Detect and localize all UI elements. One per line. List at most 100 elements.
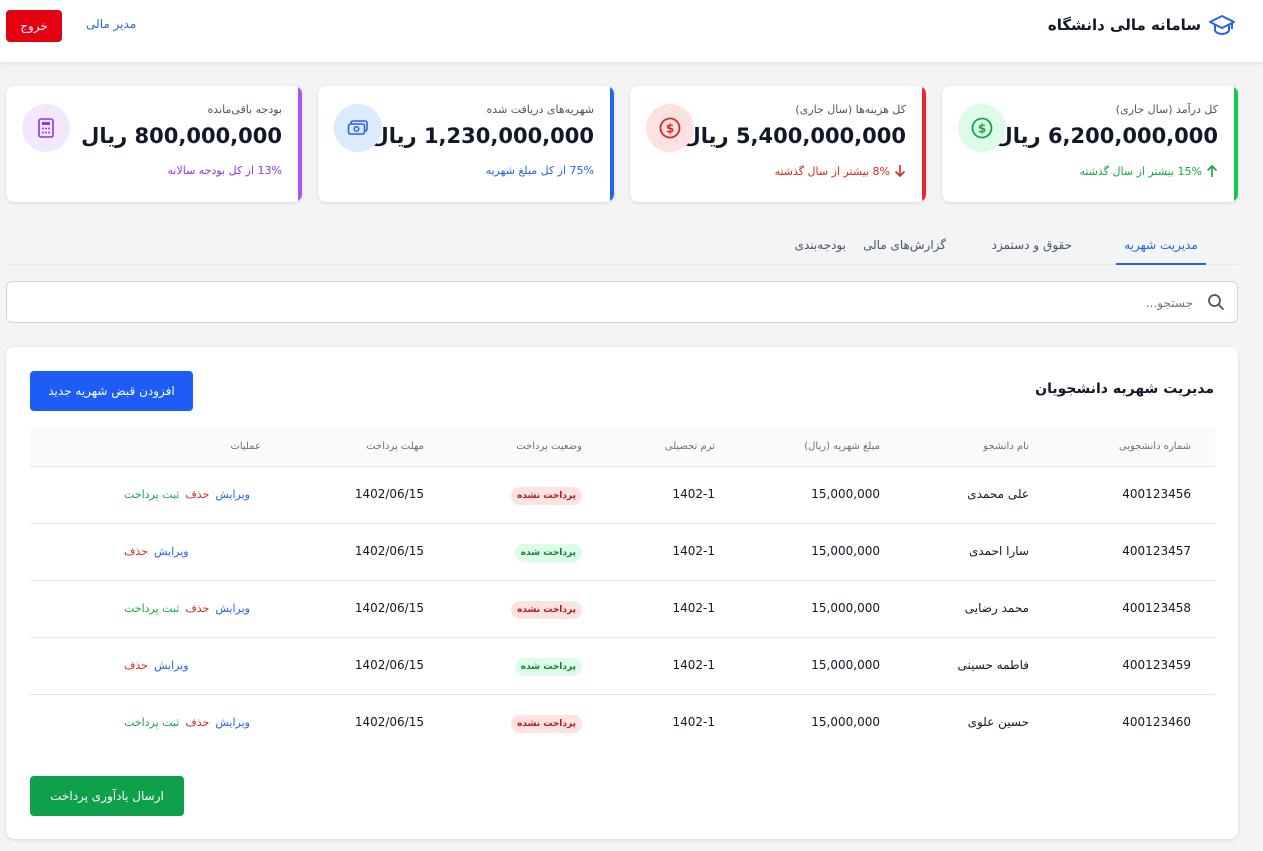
- student-name: فاطمه حسینی: [957, 658, 1030, 672]
- stat-icon-wrap: $: [646, 104, 694, 152]
- tab-bar: مدیریت شهریه حقوق و دستمزد گزارش‌های مال…: [6, 226, 1238, 265]
- search-box: [6, 281, 1238, 323]
- logout-button[interactable]: خروج: [6, 10, 62, 42]
- svg-text:$: $: [666, 122, 674, 136]
- tab-budgeting[interactable]: بودجه‌بندی: [795, 226, 846, 265]
- stat-sub: 75% از کل مبلغ شهریه: [486, 164, 594, 177]
- stat-card-expenses: کل هزینه‌ها (سال جاری) 5,400,000,000 ریا…: [630, 86, 926, 202]
- app-title: سامانه مالی دانشگاه: [1047, 16, 1201, 34]
- student-name: محمد رضایی: [964, 601, 1029, 615]
- row-actions: ویرایش حذف: [124, 545, 189, 558]
- tuition-panel: مدیریت شهریه دانشجویان افزودن قبض شهریه …: [6, 347, 1238, 839]
- term: 1402-1: [672, 658, 715, 672]
- student-id: 400123458: [1122, 601, 1191, 615]
- tuition-amount: 15,000,000: [811, 601, 880, 615]
- stat-label: کل درآمد (سال جاری): [1115, 103, 1218, 116]
- table-header: شماره دانشجویی نام دانشجو مبلغ شهریه (ری…: [30, 427, 1215, 467]
- status-badge: پرداخت شده: [514, 658, 582, 676]
- stat-sub-text: 15% بیشتر از سال گذشته: [1079, 164, 1202, 178]
- table-row: 400123459 فاطمه حسینی 15,000,000 1402-1 …: [30, 638, 1215, 695]
- table-row: 400123460 حسین علوی 15,000,000 1402-1 پر…: [30, 695, 1215, 752]
- stat-sub: 15% بیشتر از سال گذشته: [1080, 164, 1218, 178]
- svg-text:$: $: [978, 122, 986, 136]
- record-payment-link[interactable]: ثبت پرداخت: [124, 602, 179, 615]
- stat-sub-text: 13% از کل بودجه سالانه: [167, 164, 282, 177]
- stat-value: 800,000,000 ریال: [81, 124, 282, 148]
- table-row: 400123456 علی محمدی 15,000,000 1402-1 پر…: [30, 467, 1215, 524]
- search-input[interactable]: [43, 292, 1193, 314]
- tuition-table: شماره دانشجویی نام دانشجو مبلغ شهریه (ری…: [30, 427, 1215, 752]
- status-badge: پرداخت شده: [514, 544, 582, 562]
- edit-link[interactable]: ویرایش: [215, 488, 250, 501]
- stat-icon-wrap: [22, 104, 70, 152]
- deadline: 1402/06/15: [354, 544, 424, 558]
- column-header: ترم تحصیلی: [664, 441, 715, 452]
- record-payment-link[interactable]: ثبت پرداخت: [124, 488, 179, 501]
- student-id: 400123459: [1122, 658, 1191, 672]
- student-name: علی محمدی: [967, 487, 1029, 501]
- term: 1402-1: [672, 487, 715, 501]
- tab-financial-reports[interactable]: گزارش‌های مالی: [863, 226, 946, 265]
- column-header: مبلغ شهریه (ریال): [804, 441, 880, 452]
- tuition-amount: 15,000,000: [811, 544, 880, 558]
- term: 1402-1: [672, 601, 715, 615]
- deadline: 1402/06/15: [354, 487, 424, 501]
- edit-link[interactable]: ویرایش: [215, 602, 250, 615]
- stat-icon-wrap: [334, 104, 382, 152]
- deadline: 1402/06/15: [354, 715, 424, 729]
- column-header: مهلت پرداخت: [366, 441, 424, 452]
- column-header: نام دانشجو: [983, 441, 1029, 452]
- deadline: 1402/06/15: [354, 658, 424, 672]
- edit-link[interactable]: ویرایش: [154, 659, 189, 672]
- user-role-link[interactable]: مدیر مالی: [86, 17, 136, 31]
- edit-link[interactable]: ویرایش: [154, 545, 189, 558]
- dollar-icon: $: [971, 117, 993, 139]
- student-id: 400123457: [1122, 544, 1191, 558]
- add-tuition-bill-button[interactable]: افزودن قبض شهریه جدید: [30, 371, 193, 411]
- card-accent: [922, 86, 926, 202]
- tuition-amount: 15,000,000: [811, 487, 880, 501]
- tab-payroll[interactable]: حقوق و دستمزد: [992, 226, 1072, 265]
- stat-icon-wrap: $: [958, 104, 1006, 152]
- stat-sub: 13% از کل بودجه سالانه: [167, 164, 282, 177]
- dollar-icon: $: [659, 117, 681, 139]
- column-header: عملیات: [230, 441, 261, 452]
- stat-card-remaining-budget: بودجه باقی‌مانده 800,000,000 ریال 13% از…: [6, 86, 302, 202]
- record-payment-link[interactable]: ثبت پرداخت: [124, 716, 179, 729]
- delete-link[interactable]: حذف: [185, 716, 209, 729]
- delete-link[interactable]: حذف: [124, 545, 148, 558]
- status-badge: پرداخت نشده: [511, 487, 582, 505]
- row-actions: ویرایش حذف ثبت پرداخت: [124, 716, 250, 729]
- status-badge: پرداخت نشده: [511, 715, 582, 733]
- stat-sub-text: 75% از کل مبلغ شهریه: [485, 164, 594, 177]
- tab-tuition[interactable]: مدیریت شهریه: [1116, 226, 1206, 265]
- delete-link[interactable]: حذف: [185, 602, 209, 615]
- term: 1402-1: [672, 544, 715, 558]
- student-name: حسین علوی: [967, 715, 1029, 729]
- row-actions: ویرایش حذف: [124, 659, 189, 672]
- stat-label: شهریه‌های دریافت شده: [486, 103, 594, 116]
- stat-label: بودجه باقی‌مانده: [207, 103, 282, 116]
- send-payment-reminder-button[interactable]: ارسال یادآوری پرداخت: [30, 776, 184, 816]
- column-header: وضعیت پرداخت: [516, 441, 582, 452]
- row-actions: ویرایش حذف ثبت پرداخت: [124, 488, 250, 501]
- student-name: سارا احمدی: [968, 544, 1029, 558]
- delete-link[interactable]: حذف: [185, 488, 209, 501]
- app-header: سامانه مالی دانشگاه مدیر مالی خروج: [0, 0, 1263, 62]
- delete-link[interactable]: حذف: [124, 659, 148, 672]
- tuition-amount: 15,000,000: [811, 715, 880, 729]
- term: 1402-1: [672, 715, 715, 729]
- card-accent: [610, 86, 614, 202]
- deadline: 1402/06/15: [354, 601, 424, 615]
- brand: سامانه مالی دانشگاه: [1048, 12, 1235, 38]
- table-row: 400123458 محمد رضایی 15,000,000 1402-1 پ…: [30, 581, 1215, 638]
- stat-value: 1,230,000,000 ریال: [370, 124, 594, 148]
- row-actions: ویرایش حذف ثبت پرداخت: [124, 602, 250, 615]
- edit-link[interactable]: ویرایش: [215, 716, 250, 729]
- card-accent: [1234, 86, 1238, 202]
- cash-icon: [347, 120, 368, 135]
- panel-title: مدیریت شهریه دانشجویان: [1035, 381, 1214, 397]
- graduation-cap-icon: [1209, 15, 1235, 36]
- search-icon: [1208, 294, 1224, 310]
- arrow-up-icon: [1206, 164, 1218, 177]
